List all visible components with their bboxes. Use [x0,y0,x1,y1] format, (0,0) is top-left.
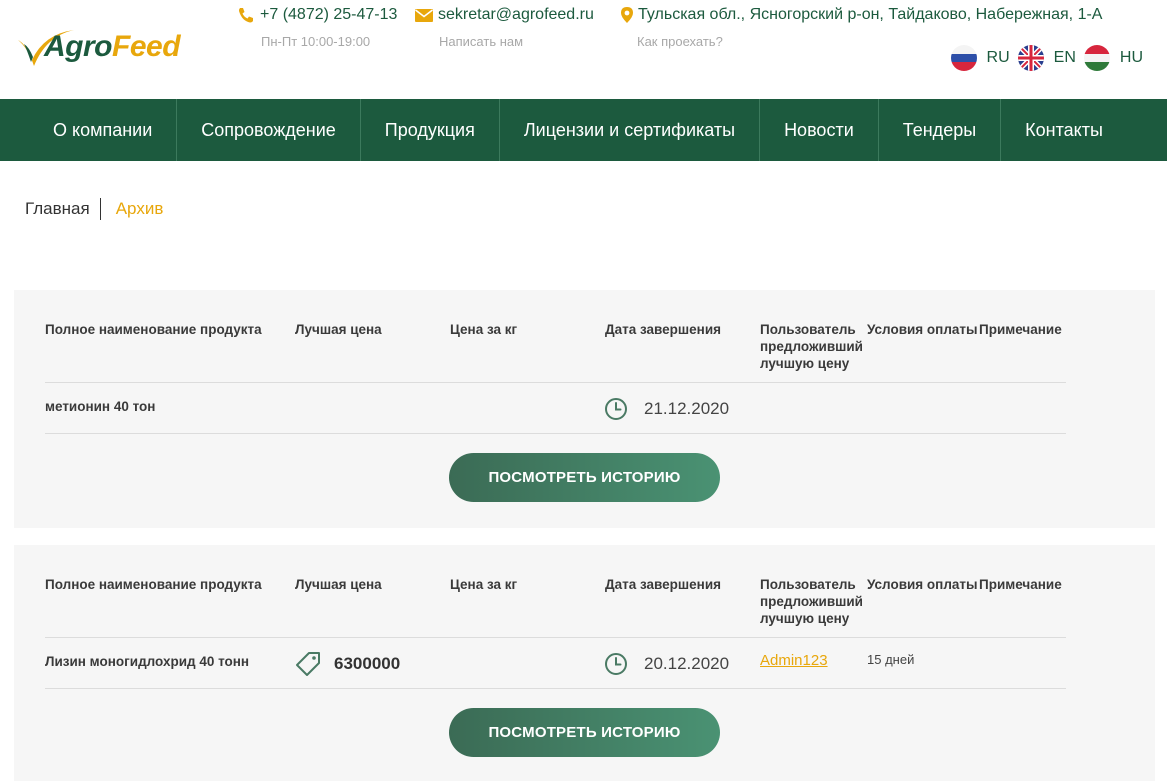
lang-code: HU [1119,49,1143,66]
col-header-price-per-kg: Цена за кг [450,322,518,337]
col-header-end-date: Дата завершения [605,322,722,337]
payment-terms: 15 дней [867,652,915,667]
col-header-price-per-kg: Цена за кг [450,577,518,592]
end-date-value: 20.12.2020 [644,653,730,673]
logo-text-agro: Agro [44,30,113,63]
best-price-user-link[interactable]: Admin123 [760,635,828,686]
col-header-product: Полное наименование продукта [45,577,262,592]
contact-phone: +7 (4872) 25-47-13 Пн-Пт 10:00-19:00 [236,6,397,49]
address-text: Тульская обл., Ясногорский р-он, Тайдако… [638,6,1103,23]
tender-card: Полное наименование продукта Лучшая цена… [14,290,1155,528]
language-switcher: RU EN HU [943,45,1143,71]
logo-text: AgroFeed [44,30,181,64]
write-us-link[interactable]: Написать нам [414,34,594,49]
email-link[interactable]: sekretar@agrofeed.ru [438,6,594,24]
uk-flag-icon [1017,45,1044,71]
contact-email: sekretar@agrofeed.ru Написать нам [414,6,594,49]
best-price: 6300000 [294,638,400,689]
breadcrumb-current: Архив [115,199,164,218]
view-history-button[interactable]: ПОСМОТРЕТЬ ИСТОРИЮ [449,453,720,502]
col-header-end-date: Дата завершения [605,577,722,592]
end-date: 21.12.2020 [604,383,729,434]
col-header-payment-terms: Условия оплаты [867,322,978,337]
breadcrumb: Главная Архив [25,198,163,220]
logo-text-feed: Feed [112,30,181,63]
nav-item-support[interactable]: Сопровождение [177,99,361,161]
lang-ru[interactable]: RU [950,45,1010,71]
phone-link[interactable]: +7 (4872) 25-47-13 [260,6,397,24]
hungary-flag-icon [1083,45,1110,71]
phone-hours: Пн-Пт 10:00-19:00 [261,34,371,49]
phone-icon [239,8,253,23]
mail-icon [415,9,433,22]
nav-item-tenders[interactable]: Тендеры [879,99,1002,161]
lang-hu[interactable]: HU [1083,45,1143,71]
best-price-value: 6300000 [334,653,401,673]
nav-item-contacts[interactable]: Контакты [1001,99,1127,161]
nav-item-about[interactable]: О компании [29,99,178,161]
product-name: метионин 40 тон [45,399,156,414]
tender-card: Полное наименование продукта Лучшая цена… [14,545,1155,781]
table-header: Полное наименование продукта Лучшая цена… [45,576,1066,638]
col-header-note: Примечание [979,577,1062,592]
site-header: AgroFeed +7 (4872) 25-47-13 Пн-Пт 10:00-… [0,0,1167,99]
table-header: Полное наименование продукта Лучшая цена… [45,321,1066,383]
nav-item-news[interactable]: Новости [760,99,879,161]
end-date: 20.12.2020 [604,638,729,689]
end-date-value: 21.12.2020 [644,398,730,418]
breadcrumb-home[interactable]: Главная [25,198,101,220]
russia-flag-icon [950,45,977,71]
product-name: Лизин моногидлохрид 40 тонн [45,654,250,669]
lang-code: EN [1053,49,1076,66]
col-header-product: Полное наименование продукта [45,322,262,337]
contact-address: Тульская обл., Ясногорский р-он, Тайдако… [620,6,1102,49]
col-header-user: Пользователь предложивший лучшую цену [760,322,863,371]
col-header-payment-terms: Условия оплаты [867,577,978,592]
clock-icon [605,397,627,420]
clock-icon [605,652,627,675]
col-header-note: Примечание [979,322,1062,337]
lang-en[interactable]: EN [1017,45,1076,71]
map-pin-icon [621,7,633,23]
col-header-user: Пользователь предложивший лучшую цену [760,577,863,626]
view-history-button[interactable]: ПОСМОТРЕТЬ ИСТОРИЮ [449,708,720,757]
table-row: Лизин моногидлохрид 40 тонн 6300000 20.1… [45,638,1066,689]
nav-item-licenses[interactable]: Лицензии и сертификаты [500,99,761,161]
table-row: метионин 40 тон 21.12.2020 [45,383,1066,434]
price-tag-icon [296,651,320,676]
agrofeed-logo[interactable]: AgroFeed [16,26,216,70]
col-header-best-price: Лучшая цена [295,577,382,592]
nav-item-products[interactable]: Продукция [361,99,500,161]
main-nav: О компании Сопровождение Продукция Лицен… [0,99,1167,161]
lang-code: RU [986,49,1010,66]
col-header-best-price: Лучшая цена [295,322,382,337]
